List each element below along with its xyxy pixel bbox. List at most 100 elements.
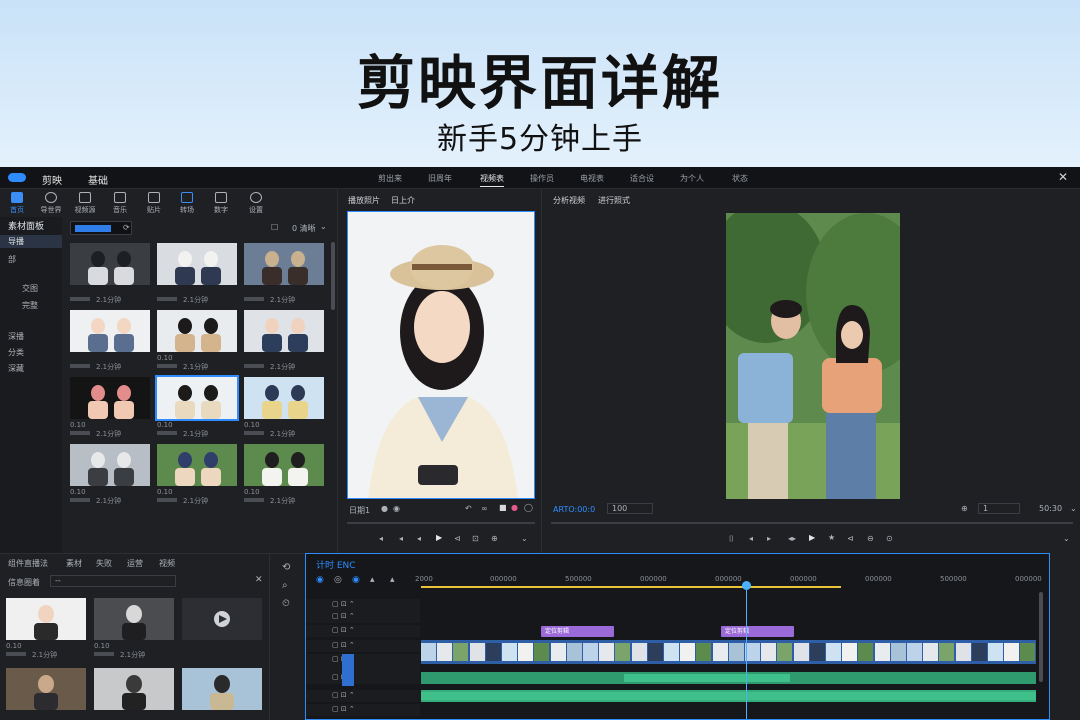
tab-program[interactable]: 分析视频 — [553, 195, 585, 206]
track-control[interactable]: ▢ ⊡ ⌃ — [306, 625, 420, 637]
work-area-bar[interactable] — [421, 586, 841, 588]
rewind-icon[interactable]: ◂▸ — [788, 534, 796, 543]
menu-item-active[interactable]: 视频表 — [480, 173, 504, 187]
media-item[interactable]: 2.1分钟 — [70, 243, 150, 304]
category-item[interactable]: 交图 — [22, 283, 38, 294]
media-item[interactable]: 0.10 2.1分钟 — [70, 444, 150, 505]
track-control[interactable]: ▢ ⊡ ⌃ — [306, 611, 420, 623]
filter-input[interactable]: -- — [50, 575, 176, 587]
category-item[interactable]: 分类 — [8, 347, 24, 358]
sort-dropdown[interactable]: 0 清晰 — [292, 223, 316, 234]
tab-asset-3[interactable]: 运营 — [127, 558, 143, 569]
loop-icon[interactable]: ∞ — [481, 504, 488, 513]
snapshot-icon[interactable]: ⊙ — [886, 534, 893, 543]
category-item-active[interactable]: 导播 — [0, 235, 62, 248]
menu-item[interactable]: 剪出来 — [378, 173, 402, 184]
title-clip[interactable]: 定位剪辑 — [721, 626, 794, 637]
media-item[interactable]: 2.1分钟 — [157, 243, 237, 304]
tool-settings[interactable]: 设置 — [241, 192, 271, 215]
step-back-icon[interactable]: ◂ — [749, 534, 753, 543]
scrollbar[interactable] — [1039, 592, 1043, 682]
fullscreen-icon[interactable]: ⌄ — [521, 534, 528, 543]
media-item[interactable]: 0.10 2.1分钟 — [244, 377, 324, 438]
category-item[interactable]: 完整 — [22, 300, 38, 311]
media-item[interactable]: 2.1分钟 — [244, 243, 324, 304]
tool-media[interactable]: 导世界 — [36, 192, 66, 215]
zoom-icon[interactable]: ▴ — [390, 575, 395, 585]
track-control[interactable]: ▢ ⊡ ⌃ — [306, 672, 420, 686]
media-item[interactable]: 0.10 2.1分钟 — [70, 377, 150, 438]
media-item[interactable]: 0.10 2.1分钟 — [244, 444, 324, 505]
snap-icon[interactable]: ◉ — [316, 575, 324, 585]
refresh-icon[interactable]: ⟳ — [123, 223, 130, 232]
close-icon[interactable]: ✕ — [255, 575, 263, 585]
frame-back-icon[interactable]: ◂ — [417, 534, 421, 543]
add-clip-icon[interactable]: ⊕ — [491, 534, 498, 543]
program-preview[interactable] — [726, 213, 900, 499]
media-item[interactable]: 2.1分钟 — [244, 310, 324, 371]
close-icon[interactable]: ✕ — [1058, 170, 1068, 184]
tool-text[interactable]: 音乐 — [105, 192, 135, 215]
asset-item[interactable] — [182, 668, 262, 710]
tab-asset-4[interactable]: 视频 — [159, 558, 175, 569]
link-icon[interactable]: ◎ — [334, 575, 342, 585]
media-item[interactable]: 2.1分钟 — [70, 310, 150, 371]
scrollbar[interactable] — [331, 242, 335, 310]
mode-label[interactable]: 基础 — [88, 172, 108, 187]
tab-info[interactable]: 日上介 — [391, 195, 415, 206]
fullscreen-icon[interactable]: ⌄ — [1063, 534, 1070, 543]
mark-out-icon[interactable]: ⊡ — [472, 534, 479, 543]
favorite-icon[interactable]: ★ — [828, 533, 835, 542]
ratio-icon[interactable]: ⊕ — [961, 504, 968, 513]
menu-item[interactable]: 旧周年 — [428, 173, 452, 184]
tab-asset-0[interactable]: 组件直播法 — [8, 558, 48, 569]
preview-icon[interactable]: ▴ — [370, 575, 375, 585]
record-icon[interactable]: ● — [381, 504, 388, 513]
track-control[interactable]: ▢ ⊡ ⌃ — [306, 640, 420, 652]
scrubber[interactable] — [347, 522, 535, 524]
color-toggle-icon[interactable]: ◯ — [524, 503, 533, 512]
category-item[interactable]: 深藏 — [8, 363, 24, 374]
menu-item[interactable]: 电视表 — [580, 173, 604, 184]
category-item[interactable]: 部 — [8, 254, 16, 265]
asset-item[interactable]: 0.10 2.1分钟 — [94, 598, 174, 659]
undo-icon[interactable]: ↶ — [465, 504, 472, 513]
asset-item[interactable] — [182, 598, 262, 640]
play-icon[interactable]: ▶ — [809, 533, 815, 542]
track-control[interactable]: ▢ ⊡ ⌃ — [306, 599, 420, 611]
history-icon[interactable]: ⏲ — [282, 598, 290, 609]
asset-item[interactable] — [6, 668, 86, 710]
tool-sticker[interactable]: 贴片 — [139, 192, 169, 215]
track-lock-icon[interactable] — [342, 672, 354, 686]
frame-back-icon[interactable]: ▸ — [767, 534, 771, 543]
snapshot-icon[interactable]: ◉ — [393, 504, 400, 513]
search-icon[interactable]: ⌕ — [282, 580, 288, 591]
video-track-clip[interactable] — [421, 640, 1036, 664]
tool-effect[interactable]: 转场 — [172, 192, 202, 215]
white-swatch-icon[interactable]: ■ — [499, 503, 507, 512]
playhead[interactable] — [741, 581, 751, 719]
asset-item[interactable] — [94, 668, 174, 710]
track-control[interactable]: ▢ ⊡ ⌃ — [306, 690, 420, 702]
source-preview[interactable] — [347, 211, 535, 499]
tool-transition[interactable]: 数字 — [206, 192, 236, 215]
chevron-down-icon[interactable]: ⌄ — [320, 222, 327, 231]
title-clip[interactable]: 定位剪辑 — [541, 626, 614, 637]
menu-item[interactable]: 为个人 — [680, 173, 704, 184]
tab-source[interactable]: 播放照片 — [348, 195, 380, 206]
pink-swatch-icon[interactable]: ● — [511, 503, 518, 512]
sync-icon[interactable]: ⟲ — [282, 562, 290, 573]
mark-in-icon[interactable]: ⊲ — [847, 534, 854, 543]
tool-home[interactable]: 首页 — [2, 192, 32, 215]
tool-audio[interactable]: 视频源 — [70, 192, 100, 215]
chevron-down-icon[interactable]: ⌄ — [1070, 504, 1077, 513]
magnet-icon[interactable]: ◉ — [352, 575, 360, 585]
skip-back-icon[interactable]: ◂ — [379, 534, 383, 543]
media-item[interactable]: 0.10 2.1分钟 — [155, 375, 239, 438]
asset-item[interactable]: 0.10 2.1分钟 — [6, 598, 86, 659]
split-icon[interactable]: ⌷ — [729, 534, 734, 544]
menu-item[interactable]: 操作员 — [530, 173, 554, 184]
crop-icon[interactable]: ⊖ — [867, 534, 874, 543]
tab-asset-2[interactable]: 失败 — [96, 558, 112, 569]
audio-track-clip[interactable] — [421, 672, 1036, 684]
